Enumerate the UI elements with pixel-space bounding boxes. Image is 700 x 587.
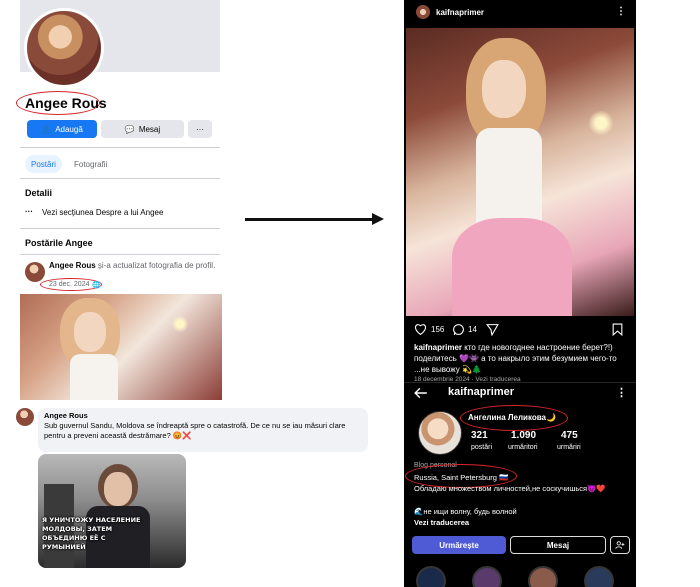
profile-username: kaifnaprimer [448, 386, 515, 398]
tab-photos[interactable]: Fotografii [68, 155, 113, 173]
sparkler-shape [170, 314, 190, 334]
stat-followers-value[interactable]: 1.090 [511, 430, 536, 441]
fb-message-label: Mesaj [138, 124, 161, 134]
post-profile-photo[interactable] [20, 294, 222, 400]
story-highlight[interactable] [584, 566, 614, 587]
divider [20, 228, 220, 229]
post-action: și-a actualizat fotografia de profil. [97, 261, 216, 270]
post-caption: kaifnaprimer кто где новогоднее настроен… [414, 342, 629, 375]
fb-profile-avatar[interactable] [24, 8, 104, 88]
post-author-avatar[interactable] [25, 262, 45, 282]
story-highlight[interactable] [416, 566, 446, 587]
post-photo[interactable] [406, 28, 634, 316]
divider [404, 382, 636, 383]
post-avatar[interactable] [416, 5, 430, 19]
comment-meme-image[interactable]: Я УНИЧТОЖУ НАСЕЛЕНИЕ МОЛДОВЫ, ЗАТЕМ ОБЪЕ… [38, 454, 186, 568]
profile-bio-line1: Обладаю множеством личностей,не соскучиш… [414, 484, 606, 493]
fb-add-friend-button[interactable]: 👤 Adaugă [27, 120, 97, 138]
more-icon: ··· [196, 124, 204, 134]
comment-author-avatar[interactable] [16, 408, 34, 426]
photo-top-shape [70, 354, 118, 400]
fb-add-label: Adaugă [55, 124, 83, 134]
comment-icon[interactable] [452, 323, 465, 336]
comment-author[interactable]: Angee Rous [44, 411, 88, 420]
like-count: 156 [431, 325, 445, 334]
details-heading: Detalii [25, 188, 53, 198]
more-options-icon[interactable]: ⋮ [616, 6, 626, 17]
follow-button[interactable]: Urmărește [412, 536, 506, 554]
profile-bio-line2: 🌊не ищи волну, будь волной [414, 507, 517, 516]
like-icon[interactable] [414, 323, 427, 335]
stat-following-value[interactable]: 475 [561, 430, 578, 441]
photo-face-shape [482, 60, 526, 118]
post-username[interactable]: kaifnaprimer [436, 8, 484, 17]
arrow-head [372, 213, 384, 225]
messenger-icon: 💬 [124, 124, 135, 134]
profile-location: Russia, Saint Petersburg 🇷🇺 [414, 473, 509, 482]
photo-face-shape [74, 312, 106, 352]
photo-top-shape [476, 128, 542, 228]
instagram-panel: kaifnaprimer ⋮ 156 14 kaifnaprimer кто г… [404, 0, 636, 587]
tab-posts[interactable]: Postări [25, 155, 62, 173]
divider [20, 147, 220, 148]
fb-profile-name: Angee Rous [25, 95, 107, 111]
details-about-link[interactable]: Vezi secțiunea Despre a lui Angee [42, 208, 163, 217]
story-highlight[interactable] [528, 566, 558, 587]
divider [20, 178, 220, 179]
post-date[interactable]: 23 dec. 2024 [49, 281, 89, 288]
story-highlight[interactable] [472, 566, 502, 587]
post-header: Angee Rous și-a actualizat fotografia de… [49, 261, 219, 271]
photo-skirt-shape [452, 218, 572, 316]
globe-icon: 🌐 [92, 282, 101, 289]
fb-more-button[interactable]: ··· [188, 120, 212, 138]
divider [20, 254, 220, 255]
add-person-icon [615, 541, 625, 549]
add-user-button[interactable] [610, 536, 630, 554]
comment-count: 14 [468, 325, 477, 334]
stat-posts-value: 321 [471, 430, 488, 441]
meme-face-shape [104, 472, 132, 506]
share-icon[interactable] [486, 323, 499, 336]
see-translation-link[interactable]: Vezi traducerea [414, 518, 469, 527]
posts-heading: Postările Angee [25, 238, 93, 248]
post-author[interactable]: Angee Rous [49, 261, 96, 270]
profile-more-icon[interactable]: ⋮ [616, 386, 627, 399]
stat-followers-label[interactable]: urmăritori [508, 444, 538, 451]
sparkler-shape [586, 108, 616, 138]
bookmark-icon[interactable] [612, 323, 623, 336]
stat-posts-label: postări [471, 444, 493, 451]
fb-message-button[interactable]: 💬 Mesaj [101, 120, 184, 138]
message-button[interactable]: Mesaj [510, 536, 606, 554]
profile-avatar[interactable] [418, 411, 462, 455]
back-arrow-icon[interactable] [414, 387, 428, 399]
details-more-icon: ··· [25, 207, 33, 216]
comment-text: Sub guvernul Sandu, Moldova se îndreaptă… [44, 421, 346, 440]
stat-following-label[interactable]: urmăriri [557, 444, 581, 451]
profile-display-name: Ангелина Леликова🌙 [468, 413, 556, 422]
meme-caption: Я УНИЧТОЖУ НАСЕЛЕНИЕ МОЛДОВЫ, ЗАТЕМ ОБЪЕ… [42, 516, 141, 551]
arrow-line [245, 218, 375, 221]
caption-username[interactable]: kaifnaprimer [414, 343, 462, 352]
add-person-icon: 👤 [41, 124, 52, 134]
